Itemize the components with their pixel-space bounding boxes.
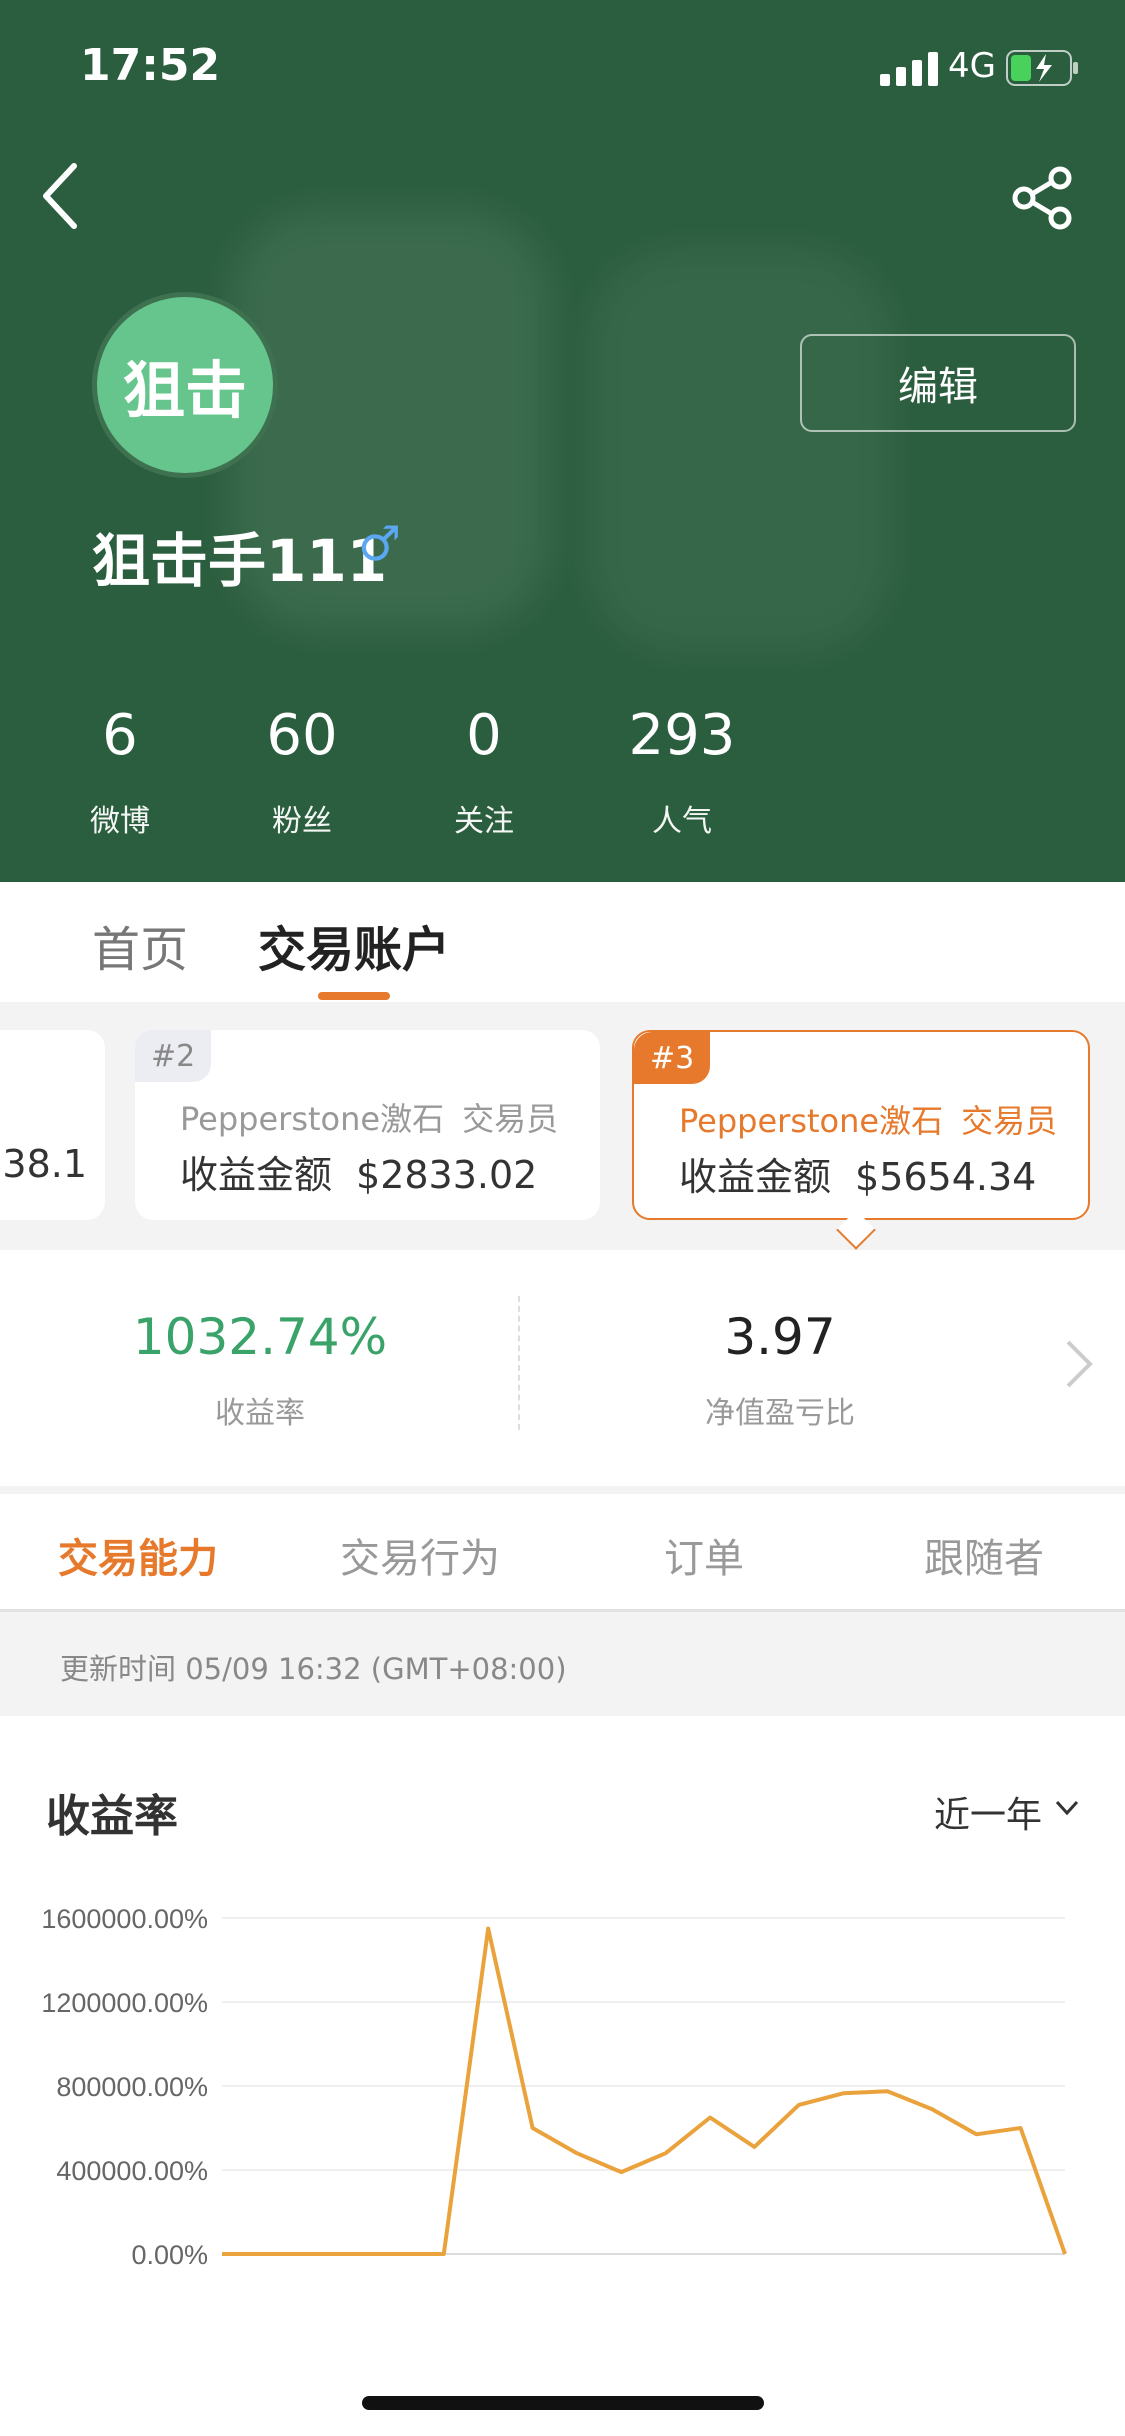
stat-value: 293 [628,703,736,768]
chevron-right-icon[interactable] [1062,1338,1096,1390]
profit-loss-ratio-label: 净值盈亏比 [705,1396,855,1431]
signal-icon [880,52,938,86]
amount-value: $5654.34 [855,1155,1037,1199]
tab-trading-behavior[interactable]: 交易行为 [340,1526,500,1584]
status-time: 17:52 [80,40,221,91]
broker-line: Pepperstone激石 交易员 [180,1094,558,1140]
avatar[interactable]: 狙击 [92,292,278,478]
avatar-text: 狙击 [122,354,247,427]
share-icon[interactable] [1010,166,1074,230]
amount-label: 收益金额 [679,1155,832,1199]
bottom-area [0,2336,1125,2436]
edit-button[interactable]: 编辑 [800,334,1076,432]
background-decoration [590,250,890,650]
rank-badge: #2 [135,1030,212,1082]
amount-value: $2833.02 [356,1153,538,1197]
rank-badge: #3 [634,1032,711,1084]
y-tick-label: 400000.00% [56,2156,208,2186]
tab-trading-ability[interactable]: 交易能力 [58,1526,218,1584]
broker-name: Pepperstone激石 [679,1102,944,1140]
stat-label: 粉丝 [272,804,332,839]
stat-value: 0 [466,703,502,768]
series-line [222,1926,1067,2256]
amount-row: 收益金额 $2833.02 [180,1144,537,1199]
return-rate-line-chart: 1600000.00% 1200000.00% 800000.00% 400000.0… [41,1904,1067,2270]
return-rate-value: 1032.74% [132,1308,388,1366]
stat-following[interactable]: 0 关注 [399,708,569,840]
home-indicator[interactable] [362,2396,764,2410]
account-card[interactable]: #2 Pepperstone激石 交易员 收益金额 $2833.02 [135,1030,600,1220]
broker-line: Pepperstone激石 交易员 [679,1096,1057,1142]
y-tick-label: 1600000.00% [41,1904,208,1934]
stat-value: 6 [102,703,138,768]
stat-label: 微博 [90,804,150,839]
y-tick-label: 800000.00% [56,2072,208,2102]
stat-label: 关注 [454,804,514,839]
tab-orders[interactable]: 订单 [664,1526,744,1584]
metrics-panel[interactable] [0,1250,1125,1486]
tab-home[interactable]: 首页 [92,910,188,980]
network-type: 4G [948,46,996,86]
amount-label: 收益金额 [180,1153,333,1197]
account-amount: 38.1 [2,1142,87,1186]
profit-loss-ratio-value: 3.97 [724,1308,836,1366]
stat-popularity[interactable]: 293 人气 [597,708,767,840]
gender-male-icon: ♂ [358,516,402,572]
stat-value: 60 [266,703,338,768]
account-card-selected[interactable]: #3 Pepperstone激石 交易员 收益金额 $5654.34 [632,1030,1090,1220]
username: 狙击手111 [92,527,388,595]
battery-icon [1006,50,1078,86]
chart-title: 收益率 [46,1791,178,1842]
chevron-down-icon[interactable] [1054,1798,1080,1818]
return-rate-label: 收益率 [215,1396,305,1431]
account-card[interactable]: 38.1 [0,1030,105,1220]
stat-fans[interactable]: 60 粉丝 [217,708,387,840]
metrics-divider [518,1296,520,1430]
tab-trading-account[interactable]: 交易账户 [258,910,450,980]
stat-label: 人气 [652,804,712,839]
y-tick-label: 1200000.00% [41,1988,208,2018]
stat-weibo[interactable]: 6 微博 [35,708,205,840]
period-select[interactable]: 近一年 [934,1786,1042,1838]
y-tick-label: 0.00% [131,2240,208,2270]
back-icon[interactable] [38,160,82,232]
broker-name: Pepperstone激石 [180,1100,445,1138]
update-time: 更新时间 05/09 16:32 (GMT+08:00) [60,1652,567,1686]
tab-followers[interactable]: 跟随者 [924,1526,1044,1584]
account-role: 交易员 [462,1100,559,1138]
amount-row: 收益金额 $5654.34 [679,1146,1036,1201]
account-role: 交易员 [961,1102,1058,1140]
active-tab-indicator [318,992,390,1000]
